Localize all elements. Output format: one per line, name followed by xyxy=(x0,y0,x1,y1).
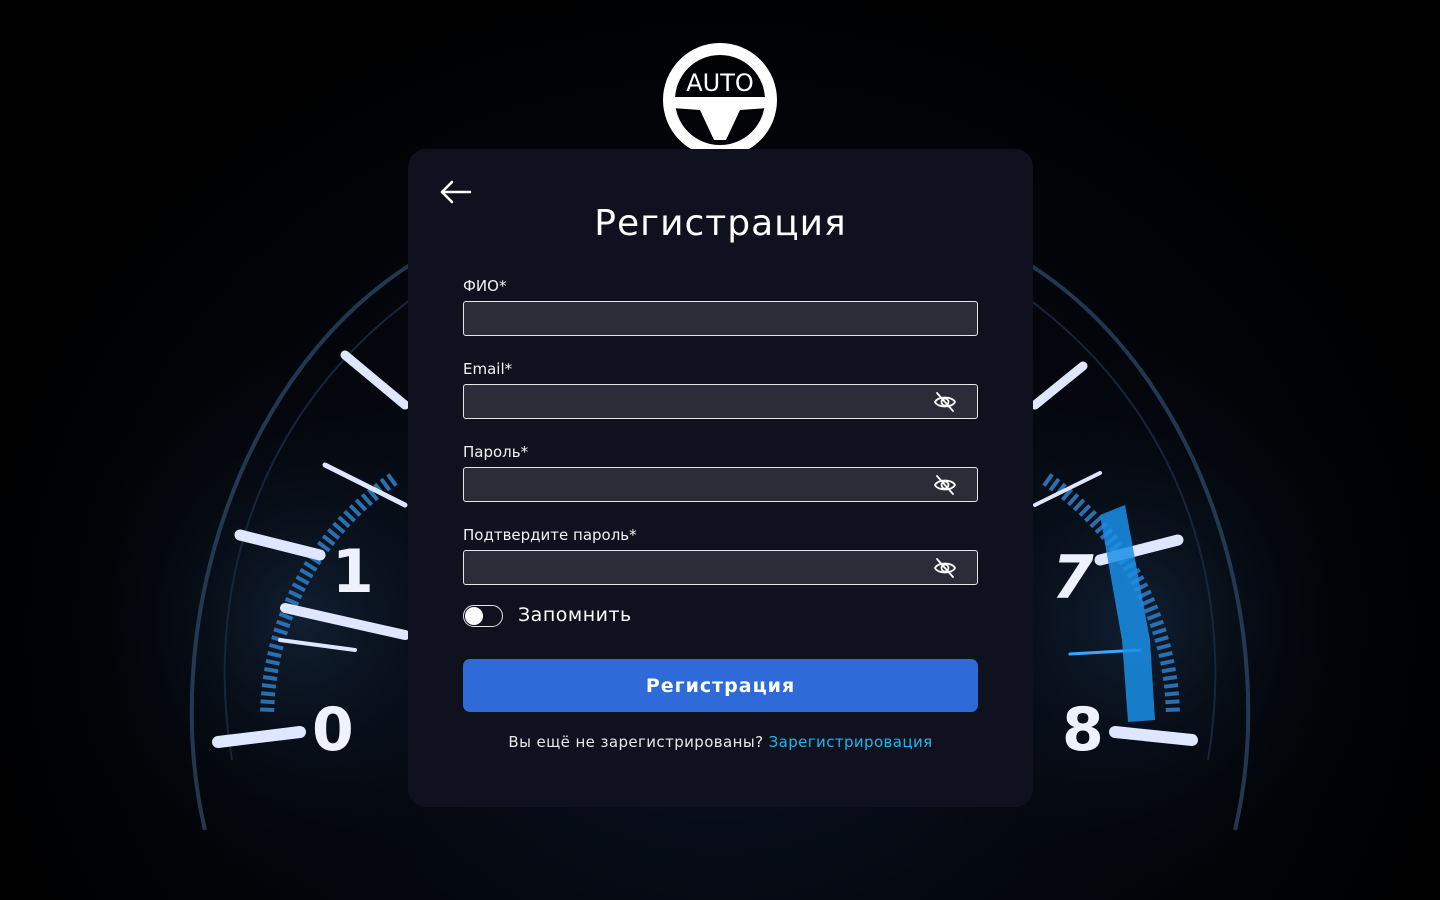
email-visibility-toggle[interactable] xyxy=(933,391,957,413)
eye-off-icon xyxy=(933,558,957,578)
register-button[interactable]: Регистрация xyxy=(463,659,978,712)
footer-line: Вы ещё не зарегистрированы? Зарегистриро… xyxy=(408,733,1033,751)
confirm-password-label: Подтвердите пароль* xyxy=(463,526,637,544)
gauge-tick xyxy=(1159,658,1175,666)
page-title: Регистрация xyxy=(594,203,847,244)
password-input[interactable] xyxy=(464,468,944,499)
gauge-tick xyxy=(1164,691,1179,697)
email-label: Email* xyxy=(463,360,513,378)
register-link[interactable]: Зарегистрировация xyxy=(769,733,933,751)
logo-text: AUTO xyxy=(686,69,754,97)
eye-off-icon xyxy=(933,475,957,495)
gauge-number-8: 8 xyxy=(1062,695,1104,765)
confirm-password-input[interactable] xyxy=(464,551,944,582)
gauge-tick xyxy=(1165,707,1180,712)
gauge-tick xyxy=(1163,683,1179,689)
gauge-tick xyxy=(262,675,278,681)
password-visibility-toggle[interactable] xyxy=(933,474,957,496)
steering-wheel-icon: AUTO xyxy=(663,43,777,157)
footer-question: Вы ещё не зарегистрированы? xyxy=(508,733,764,751)
eye-off-icon xyxy=(933,392,957,412)
toggle-knob xyxy=(465,607,483,625)
gauge-tick xyxy=(1161,667,1176,674)
confirm-password-visibility-toggle[interactable] xyxy=(933,557,957,579)
logo: AUTO xyxy=(660,42,780,157)
password-label: Пароль* xyxy=(463,443,529,461)
email-input[interactable] xyxy=(464,385,944,416)
gauge-tick xyxy=(264,667,279,674)
gauge-number-7: 7 xyxy=(1052,543,1094,613)
gauge-tick xyxy=(261,683,277,689)
remember-label: Запомнить xyxy=(518,604,632,626)
fio-label: ФИО* xyxy=(463,277,507,295)
gauge-tick xyxy=(261,691,276,697)
gauge-tick xyxy=(260,699,275,705)
gauge-tick xyxy=(1165,699,1180,705)
gauge-tick xyxy=(1162,675,1178,681)
gauge-tick xyxy=(260,707,275,712)
registration-card: Регистрация ФИО* Email* Пароль* Подтверд… xyxy=(408,149,1033,807)
fio-input[interactable] xyxy=(464,302,944,333)
confirm-password-field-box xyxy=(463,550,978,585)
remember-toggle[interactable] xyxy=(463,605,503,627)
gauge-number-0: 0 xyxy=(312,695,354,765)
gauge-number-1: 1 xyxy=(332,537,374,607)
gauge-tick xyxy=(265,658,281,666)
password-field-box xyxy=(463,467,978,502)
email-field-box xyxy=(463,384,978,419)
fio-field-box xyxy=(463,301,978,336)
page-background: 1 0 7 8 AUTO Регистрация ФИО* Email* Пар… xyxy=(0,0,1440,900)
